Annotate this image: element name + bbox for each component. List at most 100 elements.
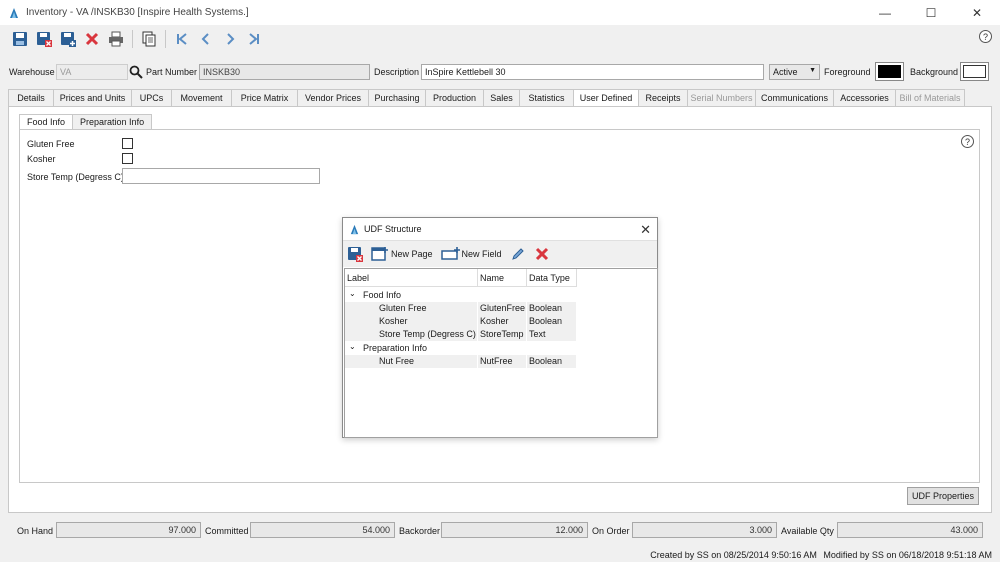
field-type: Boolean <box>527 315 577 328</box>
tab-bill-of-materials[interactable]: Bill of Materials <box>895 89 965 106</box>
help-icon[interactable]: ? <box>979 30 992 43</box>
kosher-checkbox[interactable] <box>122 153 133 164</box>
tab-upcs[interactable]: UPCs <box>131 89 172 106</box>
close-window-button[interactable]: ✕ <box>954 0 1000 25</box>
toolbar-separator <box>165 29 166 48</box>
tab-price-matrix[interactable]: Price Matrix <box>231 89 298 106</box>
save-new-button[interactable] <box>56 28 80 50</box>
tab-movement[interactable]: Movement <box>171 89 232 106</box>
description-field[interactable]: InSpire Kettlebell 30 <box>421 64 764 80</box>
store-temp-field[interactable] <box>122 168 320 184</box>
delete-icon <box>85 32 99 45</box>
field-name: Kosher <box>478 315 527 328</box>
status-select[interactable]: Active ▼ <box>769 64 820 80</box>
on-order-label: On Order <box>592 526 630 536</box>
backorder-label: Backorder <box>399 526 441 536</box>
tab-details[interactable]: Details <box>8 89 54 106</box>
available-qty-label: Available Qty <box>781 526 834 536</box>
chevron-down-icon[interactable]: ⌄ <box>349 342 356 351</box>
save-close-button[interactable] <box>32 28 56 50</box>
toolbar <box>0 25 1000 52</box>
printer-icon <box>109 31 123 46</box>
tree-page-row[interactable]: ⌄ Food Info <box>345 289 577 302</box>
tab-vendor-prices[interactable]: Vendor Prices <box>297 89 369 106</box>
chevron-down-icon[interactable]: ⌄ <box>349 289 356 298</box>
first-record-button[interactable] <box>170 28 194 50</box>
new-field-label: New Field <box>461 249 502 259</box>
pencil-icon <box>511 248 524 260</box>
maximize-button[interactable]: ☐ <box>908 0 954 25</box>
available-qty-value: 43.000 <box>837 522 983 538</box>
last-record-button[interactable] <box>242 28 266 50</box>
close-icon[interactable]: ✕ <box>640 222 651 238</box>
tab-accessories[interactable]: Accessories <box>833 89 896 106</box>
field-type: Boolean <box>527 302 577 315</box>
print-button[interactable] <box>104 28 128 50</box>
foreground-swatch <box>878 65 901 78</box>
gluten-free-checkbox[interactable] <box>122 138 133 149</box>
part-number-label: Part Number <box>146 67 198 77</box>
copy-button[interactable] <box>137 28 161 50</box>
dialog-title: UDF Structure <box>364 224 422 234</box>
udf-properties-button[interactable]: UDF Properties <box>906 487 979 505</box>
save-button[interactable] <box>8 28 32 50</box>
field-label: Gluten Free <box>345 302 478 315</box>
warehouse-field[interactable]: VA <box>56 64 128 80</box>
warehouse-label: Warehouse <box>9 67 55 77</box>
new-page-button[interactable]: New Page <box>371 246 433 262</box>
tree-field-row[interactable]: Nut Free NutFree Boolean <box>345 355 577 368</box>
tab-purchasing[interactable]: Purchasing <box>368 89 426 106</box>
tab-preparation-info[interactable]: Preparation Info <box>72 114 153 129</box>
field-type: Boolean <box>527 355 577 368</box>
chevron-right-icon <box>227 32 235 45</box>
minimize-button[interactable]: — <box>862 0 908 25</box>
field-name: StoreTemp <box>478 328 527 341</box>
field-label: Nut Free <box>345 355 478 368</box>
tab-sales[interactable]: Sales <box>483 89 520 106</box>
tab-receipts[interactable]: Receipts <box>638 89 688 106</box>
dialog-save-close-button[interactable] <box>347 246 363 262</box>
tab-food-info[interactable]: Food Info <box>19 114 74 130</box>
next-record-button[interactable] <box>218 28 242 50</box>
search-icon[interactable] <box>129 65 143 79</box>
part-number-field[interactable]: INSKB30 <box>199 64 370 80</box>
save-close-icon <box>348 247 363 262</box>
tree-field-row[interactable]: Kosher Kosher Boolean <box>345 315 577 328</box>
tree-page-row[interactable]: ⌄ Preparation Info <box>345 342 577 355</box>
on-hand-value: 97.000 <box>56 522 201 538</box>
tab-prices-and-units[interactable]: Prices and Units <box>53 89 132 106</box>
title-bar: Inventory - VA /INSKB30 [Inspire Health … <box>0 0 1000 25</box>
delete-button[interactable] <box>80 28 104 50</box>
column-header-data-type[interactable]: Data Type <box>527 269 577 287</box>
previous-record-button[interactable] <box>194 28 218 50</box>
delete-button[interactable] <box>534 246 550 262</box>
last-icon <box>249 32 259 45</box>
field-name: GlutenFree <box>478 302 527 315</box>
tab-statistics[interactable]: Statistics <box>519 89 574 106</box>
tab-communications[interactable]: Communications <box>755 89 834 106</box>
committed-value: 54.000 <box>250 522 395 538</box>
save-new-icon <box>61 31 76 47</box>
column-header-name[interactable]: Name <box>478 269 527 287</box>
app-logo-icon <box>10 7 18 18</box>
save-close-icon <box>37 31 52 47</box>
tree-field-row[interactable]: Store Temp (Degress C) StoreTemp Text <box>345 328 577 341</box>
tab-serial-numbers[interactable]: Serial Numbers <box>687 89 756 106</box>
tree-field-row[interactable]: Gluten Free GlutenFree Boolean <box>345 302 577 315</box>
udf-tree: Label Name Data Type ⌄ Food Info Gluten … <box>344 268 658 438</box>
new-field-button[interactable]: New Field <box>440 246 502 262</box>
help-icon[interactable]: ? <box>961 135 974 148</box>
created-info: Created by SS on 08/25/2014 9:50:16 AM <box>650 550 817 560</box>
column-header-label[interactable]: Label <box>345 269 478 287</box>
dialog-title-bar: UDF Structure <box>343 218 657 240</box>
kosher-label: Kosher <box>27 154 56 164</box>
new-page-label: New Page <box>391 249 433 259</box>
background-label: Background <box>910 67 959 77</box>
tab-production[interactable]: Production <box>425 89 484 106</box>
foreground-color-button[interactable] <box>875 62 904 81</box>
edit-button[interactable] <box>510 246 526 262</box>
save-icon <box>13 31 27 46</box>
background-color-button[interactable] <box>960 62 989 81</box>
tab-user-defined[interactable]: User Defined <box>573 89 639 107</box>
copy-icon <box>142 31 156 46</box>
